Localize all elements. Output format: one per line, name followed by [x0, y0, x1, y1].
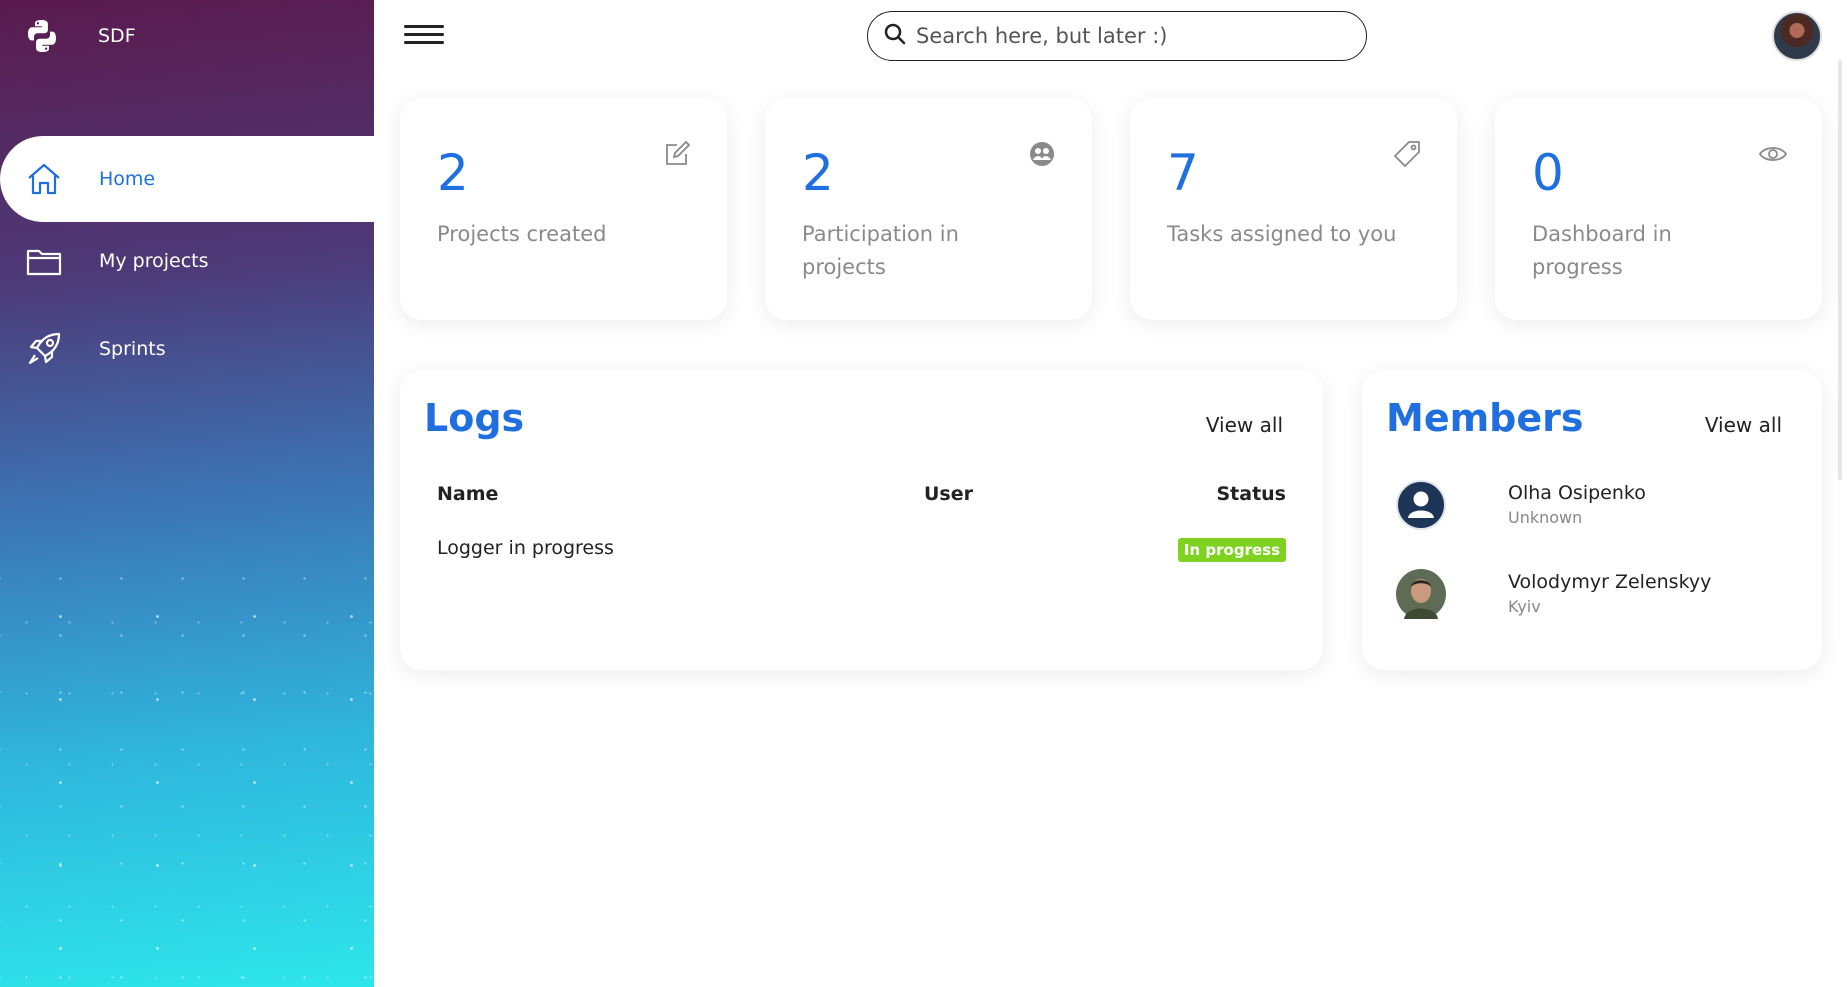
rocket-icon — [24, 329, 64, 369]
members-title: Members — [1386, 396, 1584, 440]
stat-card-dashboard: 0 Dashboard in progress — [1495, 98, 1822, 320]
stat-label: Tasks assigned to you — [1167, 222, 1397, 246]
logs-column-status: Status — [1216, 483, 1286, 505]
stat-label: Participation in projects — [802, 222, 959, 279]
user-avatar[interactable] — [1772, 11, 1822, 61]
sidebar-item-label: Sprints — [99, 338, 166, 360]
python-logo-icon — [22, 16, 62, 56]
brand-name: SDF — [98, 25, 136, 47]
group-icon — [1028, 140, 1056, 168]
avatar — [1396, 480, 1446, 530]
log-row-name: Logger in progress — [437, 537, 614, 559]
brand[interactable]: SDF — [22, 14, 136, 58]
logs-panel: Logs View all Name User Status Logger in… — [400, 370, 1323, 670]
search-bar[interactable] — [867, 11, 1367, 61]
stat-card-participation: 2 Participation in projects — [765, 98, 1092, 320]
stat-value: 2 — [437, 144, 469, 202]
home-icon — [24, 159, 64, 199]
members-view-all-link[interactable]: View all — [1705, 413, 1782, 437]
folder-icon — [24, 241, 64, 281]
member-item[interactable]: Olha Osipenko Unknown — [1396, 480, 1796, 540]
stat-card-projects-created: 2 Projects created — [400, 98, 727, 320]
logs-column-user: User — [924, 483, 973, 505]
hamburger-icon — [404, 25, 444, 28]
stat-value: 7 — [1167, 144, 1199, 202]
logs-column-name: Name — [437, 483, 499, 505]
stat-card-tasks: 7 Tasks assigned to you — [1130, 98, 1457, 320]
edit-icon — [663, 140, 691, 168]
sidebar-item-my-projects[interactable]: My projects — [0, 218, 374, 304]
sidebar-item-label: Home — [99, 168, 156, 190]
search-icon — [884, 23, 906, 49]
sidebar: SDF Home My projects Sprints — [0, 0, 374, 987]
scrollbar[interactable] — [1838, 60, 1842, 480]
logs-title: Logs — [424, 396, 525, 440]
search-input[interactable] — [916, 24, 1336, 48]
member-item[interactable]: Volodymyr Zelenskyy Kyiv — [1396, 569, 1796, 629]
tag-icon — [1393, 140, 1421, 168]
stat-label: Projects created — [437, 222, 607, 246]
status-badge: In progress — [1177, 538, 1286, 562]
sidebar-item-label: My projects — [99, 250, 209, 272]
member-location: Kyiv — [1508, 597, 1541, 616]
member-name: Volodymyr Zelenskyy — [1508, 571, 1712, 593]
member-name: Olha Osipenko — [1508, 482, 1646, 504]
sidebar-item-home[interactable]: Home — [0, 136, 374, 222]
stat-value: 0 — [1532, 144, 1564, 202]
stat-label: Dashboard in progress — [1532, 222, 1672, 279]
sidebar-item-sprints[interactable]: Sprints — [0, 306, 374, 392]
logs-view-all-link[interactable]: View all — [1206, 413, 1283, 437]
avatar — [1396, 569, 1446, 619]
members-panel: Members View all Olha Osipenko Unknown V… — [1362, 370, 1822, 670]
menu-toggle-button[interactable] — [404, 20, 444, 52]
member-location: Unknown — [1508, 508, 1583, 527]
stat-value: 2 — [802, 144, 834, 202]
eye-icon — [1758, 140, 1788, 168]
